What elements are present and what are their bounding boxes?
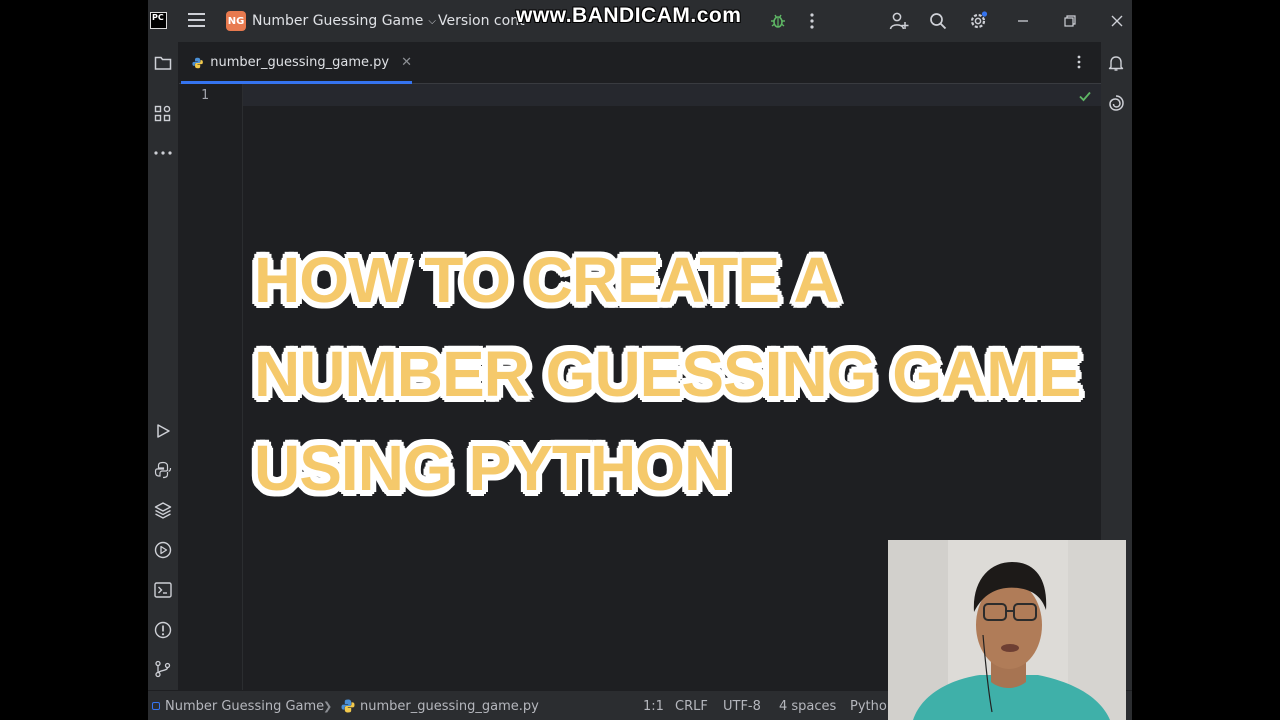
problems-icon[interactable] [148,620,178,640]
breadcrumb-chevron-icon: ❯ [323,699,333,713]
webcam-overlay [888,540,1126,720]
vcs-widget[interactable]: Version cont [438,0,525,42]
caret-position[interactable]: 1:1 [643,691,664,720]
tab-close-icon[interactable]: ✕ [401,55,412,70]
tab-options-more-icon[interactable] [1069,52,1089,72]
editor-tab-bar: number_guessing_game.py ✕ [179,42,1101,84]
video-title-line-3: USING PYTHON [253,432,732,504]
breadcrumb-project[interactable]: Number Guessing Game [152,691,324,720]
python-console-icon[interactable] [148,460,178,480]
folder-icon[interactable] [148,53,178,73]
python-interpreter[interactable]: Pytho [850,691,887,720]
minimize-icon[interactable] [1013,11,1033,31]
presenter-image [888,540,1126,720]
line-number-gutter: 1 [179,84,243,690]
vcs-label: Version cont [438,13,525,29]
line-ending[interactable]: CRLF [675,691,708,720]
title-bar: PC NG Number Guessing Game ⌵ Version con… [148,0,1132,42]
breadcrumb-file[interactable]: number_guessing_game.py [341,691,539,720]
no-problems-check-icon[interactable] [1078,88,1092,107]
more-horizontal-icon[interactable] [148,143,178,163]
project-selector[interactable]: NG Number Guessing Game ⌵ [226,0,436,42]
gear-icon[interactable] [968,11,988,31]
structure-icon[interactable] [148,104,178,124]
chevron-down-icon: ⌵ [428,15,436,27]
menu-icon[interactable] [188,13,205,29]
tab-label: number_guessing_game.py [210,55,390,70]
pycharm-logo: PC [150,12,167,29]
video-title-line-1: HOW TO CREATE A [253,244,841,316]
services-icon[interactable] [148,540,178,560]
module-square-icon [152,702,160,710]
bandicam-watermark: www.BANDICAM.com [516,4,742,27]
breadcrumb-file-label: number_guessing_game.py [360,698,539,714]
indent-setting[interactable]: 4 spaces [779,691,836,720]
breadcrumb-project-label: Number Guessing Game [165,698,325,714]
git-branch-icon[interactable] [148,659,178,679]
add-user-icon[interactable] [889,11,909,31]
project-badge: NG [226,11,246,31]
file-encoding[interactable]: UTF-8 [723,691,761,720]
ai-assistant-icon[interactable] [1101,93,1131,113]
bug-icon[interactable] [768,11,788,31]
layers-icon[interactable] [148,500,178,520]
more-vertical-icon[interactable] [802,11,822,31]
tab-number-guessing-game[interactable]: number_guessing_game.py ✕ [181,42,412,84]
restore-icon[interactable] [1060,11,1080,31]
left-tool-strip [148,42,179,690]
terminal-icon[interactable] [148,580,178,600]
line-number: 1 [201,88,209,103]
python-file-icon [341,699,355,713]
run-icon[interactable] [148,421,178,441]
project-name: Number Guessing Game [252,13,424,29]
notifications-bell-icon[interactable] [1101,53,1131,73]
close-icon[interactable] [1107,11,1127,31]
video-title-line-2: NUMBER GUESSING GAME [253,338,1083,410]
search-icon[interactable] [928,11,948,31]
python-file-icon [192,57,203,68]
